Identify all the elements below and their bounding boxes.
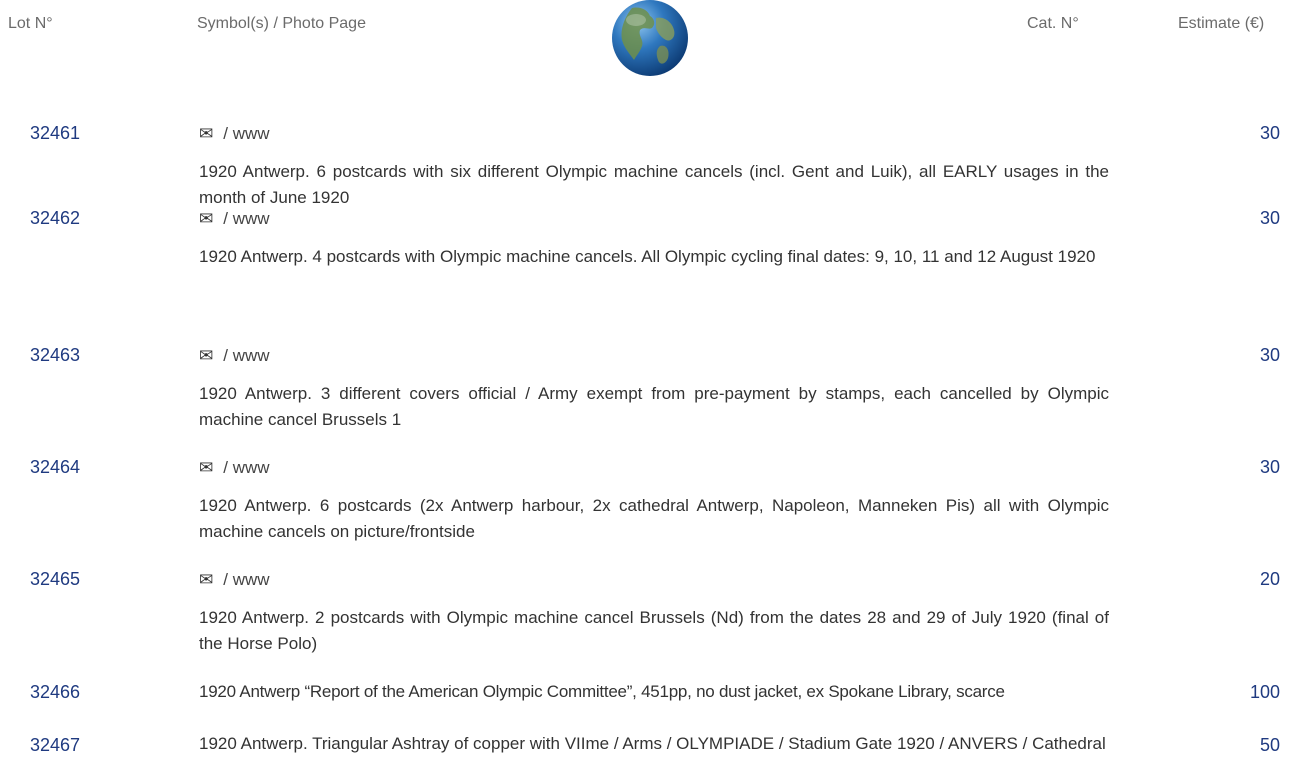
lot-number: 32467 <box>30 735 81 755</box>
photo-page-ref: / www <box>223 209 270 228</box>
globe-icon <box>612 0 688 76</box>
envelope-icon: ✉ <box>199 124 214 144</box>
lot-description: 1920 Antwerp. 6 postcards with six diffe… <box>199 162 1109 207</box>
lot-description: 1920 Antwerp. 4 postcards with Olympic m… <box>199 247 1096 266</box>
lot-number: 32462 <box>30 208 81 228</box>
envelope-icon: ✉ <box>199 346 214 366</box>
lot-number: 32466 <box>30 682 81 702</box>
lot-description: 1920 Antwerp. 2 postcards with Olympic m… <box>199 608 1109 653</box>
lot-description: 1920 Antwerp. 6 postcards (2x Antwerp ha… <box>199 496 1109 541</box>
lot-number: 32463 <box>30 345 81 365</box>
header-lot-number: Lot N° <box>8 15 53 32</box>
lot-description: 1920 Antwerp “Report of the American Oly… <box>199 682 1005 701</box>
envelope-icon: ✉ <box>199 458 214 478</box>
lot-description: 1920 Antwerp. 3 different covers officia… <box>199 384 1109 429</box>
lot-estimate: 100 <box>1249 682 1280 702</box>
header-cat-number: Cat. N° <box>1027 15 1079 32</box>
header-symbols-photo-page: Symbol(s) / Photo Page <box>197 15 366 32</box>
lot-symbols: ✉ / www <box>199 570 270 590</box>
lot-estimate: 30 <box>1259 457 1280 477</box>
lot-estimate: 50 <box>1259 735 1280 755</box>
lot-estimate: 20 <box>1259 569 1280 589</box>
lot-description: 1920 Antwerp. Triangular Ashtray of copp… <box>199 734 1106 753</box>
photo-page-ref: / www <box>223 124 270 143</box>
photo-page-ref: / www <box>223 346 270 365</box>
lot-estimate: 30 <box>1259 123 1280 143</box>
lot-symbols: ✉ / www <box>199 209 270 229</box>
envelope-icon: ✉ <box>199 209 214 229</box>
lot-number: 32464 <box>30 457 81 477</box>
lot-symbols: ✉ / www <box>199 124 270 144</box>
header-estimate: Estimate (€) <box>1178 15 1265 32</box>
lot-estimate: 30 <box>1259 208 1280 228</box>
envelope-icon: ✉ <box>199 570 214 590</box>
photo-page-ref: / www <box>223 458 270 477</box>
lot-estimate: 30 <box>1259 345 1280 365</box>
lot-symbols: ✉ / www <box>199 458 270 478</box>
lot-number: 32465 <box>30 569 81 589</box>
photo-page-ref: / www <box>223 570 270 589</box>
lot-symbols: ✉ / www <box>199 346 270 366</box>
lot-number: 32461 <box>30 123 81 143</box>
